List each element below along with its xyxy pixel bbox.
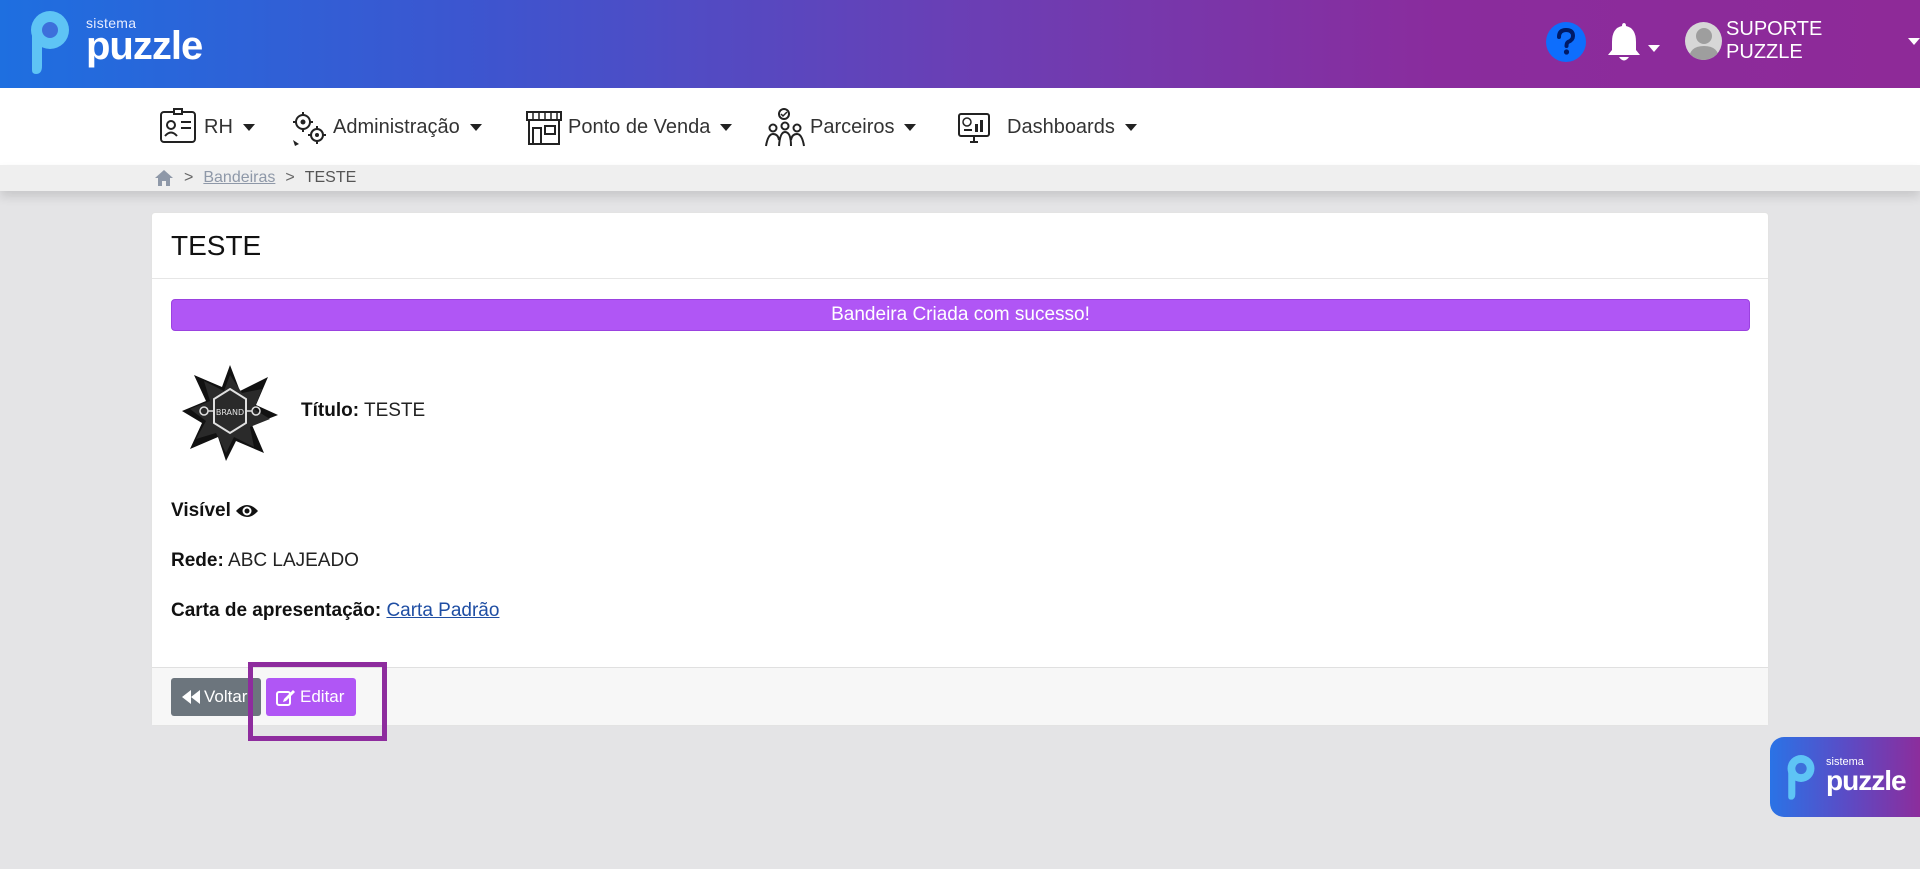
rede-field: Rede: ABC LAJEADO xyxy=(171,550,359,572)
brand-logo-text: BRAND xyxy=(216,408,244,417)
avatar xyxy=(1685,22,1723,60)
visivel-label: Visível xyxy=(171,500,231,521)
nav-item-rh[interactable]: RH xyxy=(158,104,255,150)
rede-label: Rede: xyxy=(171,550,224,571)
page-title: TESTE xyxy=(171,229,262,261)
card-header: TESTE xyxy=(152,213,1768,279)
chevron-down-icon xyxy=(720,123,733,131)
back-button-label: Voltar xyxy=(204,687,248,706)
chevron-down-icon xyxy=(1124,123,1137,131)
brand-logo-image: BRAND xyxy=(180,363,280,463)
breadcrumb-link-bandeiras[interactable]: Bandeiras xyxy=(203,169,275,187)
bell-icon xyxy=(1608,23,1640,61)
rede-value: ABC LAJEADO xyxy=(228,550,359,571)
highlight-box xyxy=(248,662,387,741)
puzzle-logo-icon xyxy=(1787,755,1815,800)
chevron-down-icon xyxy=(1648,44,1660,52)
user-menu[interactable]: SUPORTE PUZZLE xyxy=(1685,18,1920,63)
nav-item-parceiros[interactable]: Parceiros xyxy=(764,104,917,150)
app-logo[interactable]: sistema puzzle xyxy=(26,8,203,76)
main-navbar: RH Administração Ponto de Venda Parceiro… xyxy=(0,88,1920,165)
carta-field: Carta de apresentação: Carta Padrão xyxy=(171,600,499,622)
id-card-icon xyxy=(160,108,196,143)
chevron-down-icon xyxy=(904,123,917,131)
carta-label: Carta de apresentação: xyxy=(171,600,382,621)
eye-icon xyxy=(235,505,258,517)
nav-label-ponto-de-venda: Ponto de Venda xyxy=(568,115,711,138)
help-button[interactable] xyxy=(1546,22,1586,62)
visivel-field: Visível xyxy=(171,500,259,522)
nav-label-administracao: Administração xyxy=(333,115,460,138)
breadcrumb-separator: > xyxy=(285,169,295,186)
dashboard-monitor-icon xyxy=(958,113,990,143)
store-icon xyxy=(526,111,562,145)
notifications-button[interactable] xyxy=(1604,18,1660,66)
detail-card: TESTE Bandeira Criada com sucesso! BRAND… xyxy=(151,212,1769,726)
nav-item-ponto-de-venda[interactable]: Ponto de Venda xyxy=(524,104,733,150)
success-alert: Bandeira Criada com sucesso! xyxy=(171,299,1750,331)
nav-label-parceiros: Parceiros xyxy=(810,115,895,138)
nav-item-dashboards[interactable]: Dashboards xyxy=(955,104,1137,150)
breadcrumb: > Bandeiras > TESTE xyxy=(0,165,1920,191)
carta-link[interactable]: Carta Padrão xyxy=(386,600,499,621)
logo-big-text: puzzle xyxy=(86,24,203,68)
chevron-down-icon xyxy=(469,123,482,131)
nav-label-rh: RH xyxy=(204,115,233,138)
nav-label-dashboards: Dashboards xyxy=(1007,115,1115,138)
chevron-down-icon xyxy=(242,123,255,131)
top-header: sistema puzzle SUPORTE PUZZLE xyxy=(0,0,1920,88)
breadcrumb-current: TESTE xyxy=(304,169,357,186)
card-footer: Voltar Editar xyxy=(152,667,1768,725)
partners-icon xyxy=(765,108,805,147)
floating-logo-big: puzzle xyxy=(1826,765,1907,796)
double-left-arrow-icon xyxy=(182,690,200,704)
chevron-down-icon xyxy=(1908,37,1920,45)
breadcrumb-separator: > xyxy=(184,169,194,186)
titulo-label: Título: xyxy=(301,400,360,421)
user-name: SUPORTE PUZZLE xyxy=(1726,18,1823,63)
gears-icon xyxy=(293,112,326,146)
floating-logo-widget[interactable]: sistema puzzle xyxy=(1770,737,1920,817)
alert-message: Bandeira Criada com sucesso! xyxy=(831,304,1090,325)
puzzle-logo-icon xyxy=(26,8,74,76)
question-icon xyxy=(1557,28,1576,55)
home-icon[interactable] xyxy=(154,169,174,187)
titulo-value: TESTE xyxy=(363,400,426,421)
nav-item-administracao[interactable]: Administração xyxy=(289,104,482,150)
titulo-field: Título: TESTE xyxy=(301,400,425,422)
